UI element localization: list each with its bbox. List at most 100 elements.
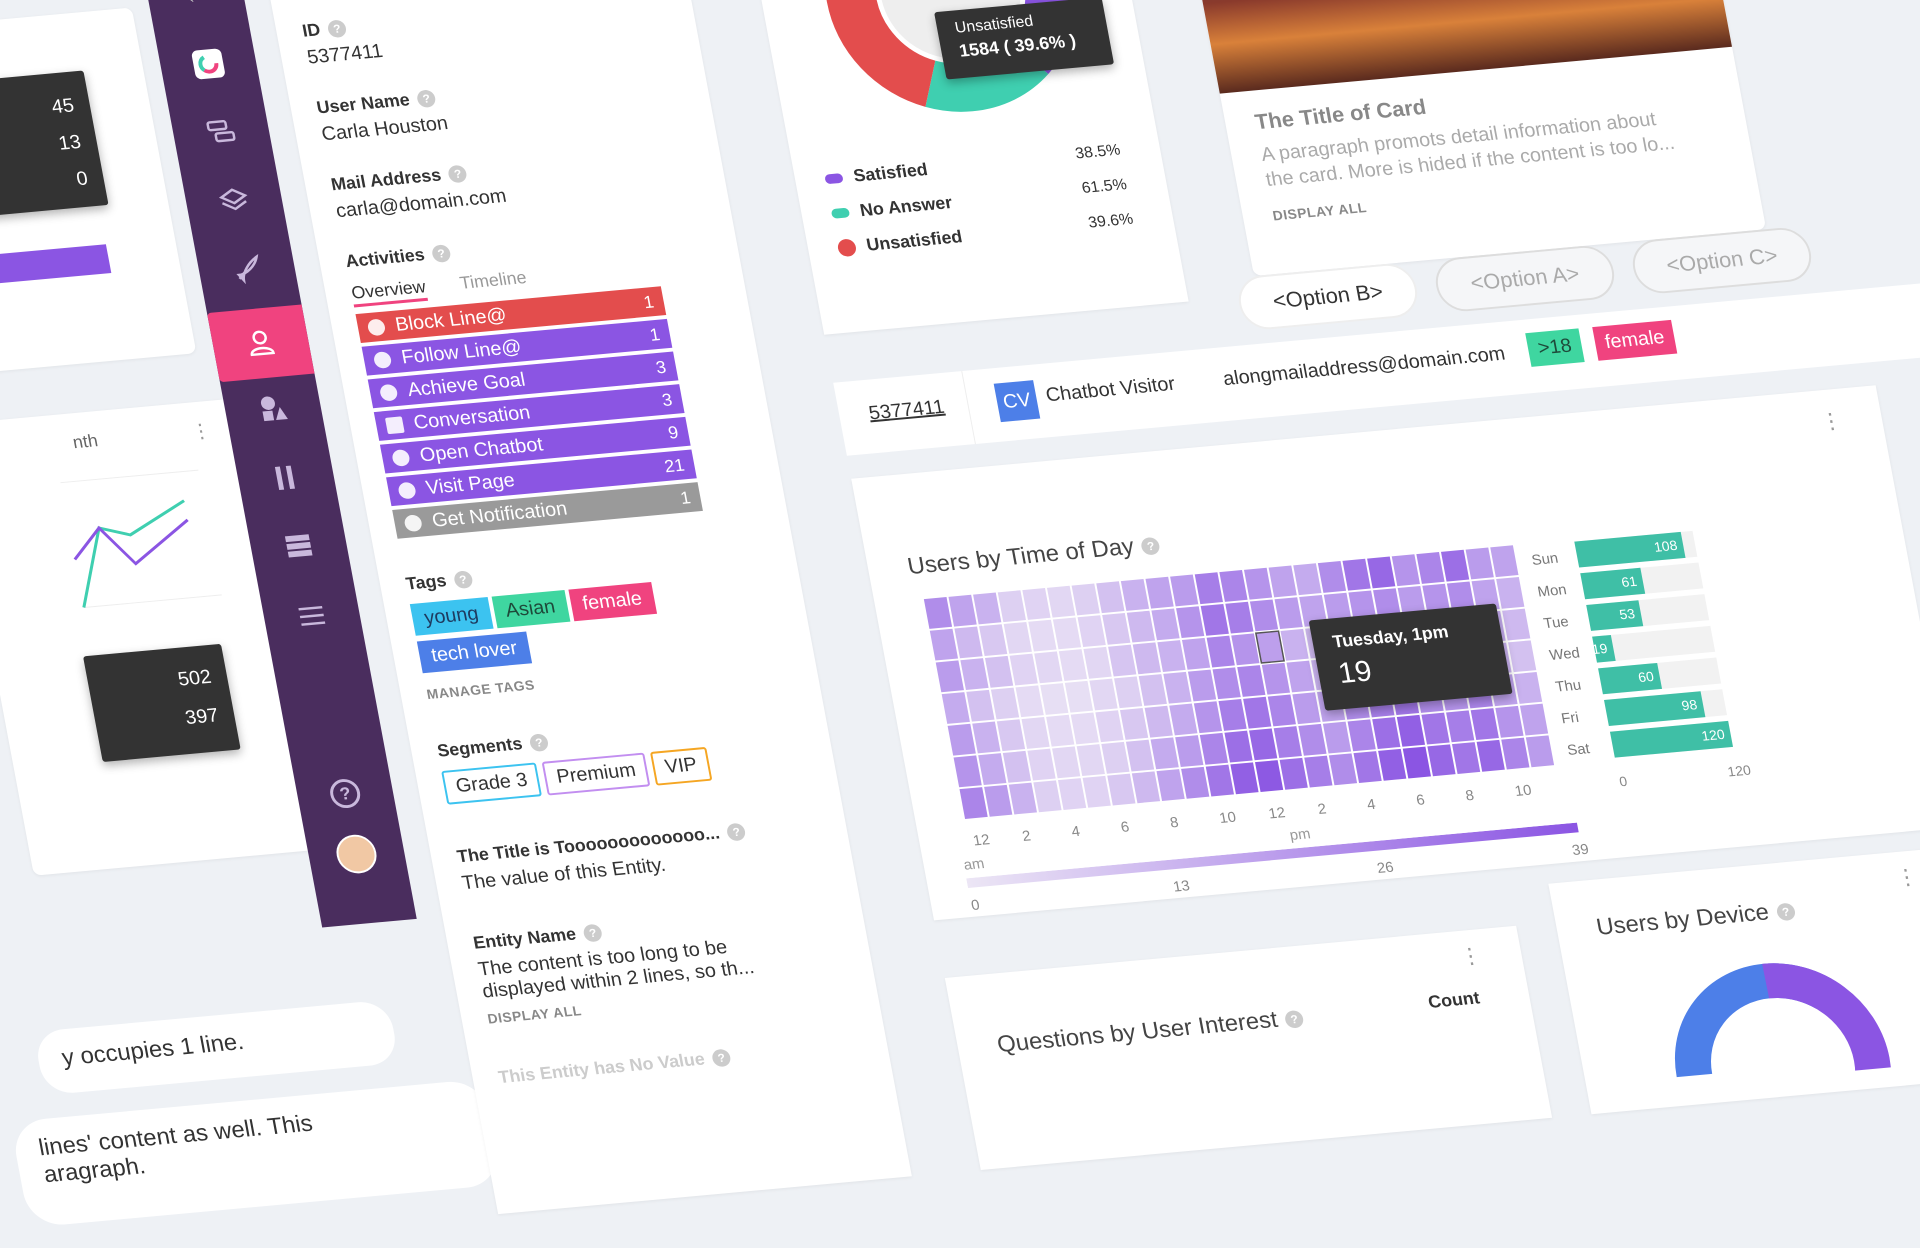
help-icon[interactable]: ? <box>710 1048 732 1068</box>
device-menu-icon[interactable]: ⋮ <box>1894 864 1920 891</box>
help-circle-icon[interactable]: ? <box>327 777 363 810</box>
heatmap-cell[interactable] <box>1495 705 1524 738</box>
heatmap-menu-icon[interactable]: ⋮ <box>1818 408 1844 435</box>
heatmap-cell[interactable] <box>1058 649 1088 681</box>
heatmap-cell[interactable] <box>1157 640 1186 672</box>
heatmap-cell[interactable] <box>1230 762 1259 795</box>
heatmap-cell[interactable] <box>996 719 1026 752</box>
heatmap-cell[interactable] <box>1254 760 1284 792</box>
heatmap-cell[interactable] <box>1446 710 1475 743</box>
heatmap-cell[interactable] <box>935 660 964 693</box>
heatmap-cell[interactable] <box>1176 606 1205 639</box>
heatmap-cell[interactable] <box>929 628 959 661</box>
heatmap-cell[interactable] <box>1243 696 1272 729</box>
heatmap-cell[interactable] <box>1219 570 1248 602</box>
heatmap-cell[interactable] <box>1151 608 1180 641</box>
heatmap-cell[interactable] <box>1267 694 1296 727</box>
heatmap-cell[interactable] <box>1064 680 1094 713</box>
heatmap-cell[interactable] <box>1502 608 1531 641</box>
left-chart-menu-icon[interactable]: ⋮ <box>189 418 213 444</box>
heatmap-cell[interactable] <box>941 692 970 724</box>
heatmap-cell[interactable] <box>923 597 953 629</box>
heatmap-cell[interactable] <box>1378 748 1407 781</box>
heatmap-cell[interactable] <box>1125 739 1155 772</box>
heatmap-cell[interactable] <box>1243 567 1273 600</box>
help-icon[interactable]: ? <box>1140 536 1162 556</box>
heatmap-cell[interactable] <box>947 723 976 756</box>
heatmap-cell[interactable] <box>1206 635 1235 668</box>
heatmap-cell[interactable] <box>1519 703 1549 736</box>
heatmap-cell[interactable] <box>1008 782 1037 815</box>
help-icon[interactable]: ? <box>725 822 747 842</box>
card-display-all[interactable]: DISPLAY ALL <box>1271 199 1368 223</box>
help-icon[interactable]: ? <box>1283 1009 1305 1029</box>
heatmap-cell[interactable] <box>1181 766 1210 799</box>
heatmap-cell[interactable] <box>1402 746 1431 779</box>
heatmap-cell[interactable] <box>1317 561 1347 593</box>
heatmap-cell[interactable] <box>978 753 1007 786</box>
heatmap-cell[interactable] <box>1273 726 1302 759</box>
help-icon[interactable]: ? <box>452 570 474 590</box>
heatmap-cell[interactable] <box>979 624 1008 657</box>
heatmap-cell[interactable] <box>1212 667 1241 700</box>
heatmap-cell[interactable] <box>1293 563 1322 596</box>
segment-grade3[interactable]: Grade 3 <box>441 762 543 805</box>
questions-menu-icon[interactable]: ⋮ <box>1458 943 1484 970</box>
tag-young[interactable]: young <box>409 597 494 636</box>
heatmap-cell[interactable] <box>948 594 977 627</box>
help-icon[interactable]: ? <box>415 89 437 109</box>
heatmap-cell[interactable] <box>1114 676 1143 709</box>
heatmap-cell[interactable] <box>1181 637 1211 670</box>
heatmap-cell[interactable] <box>1082 775 1111 808</box>
heatmap-cell[interactable] <box>954 626 983 659</box>
heatmap-cell[interactable] <box>1451 742 1481 774</box>
heatmap-cell[interactable] <box>1046 714 1075 747</box>
heatmap-cell[interactable] <box>1427 744 1456 777</box>
segment-premium[interactable]: Premium <box>541 752 651 796</box>
heatmap-cell[interactable] <box>1274 597 1303 630</box>
heatmap-cell[interactable] <box>1163 671 1192 704</box>
tab-overview[interactable]: Overview <box>349 276 429 308</box>
heatmap-cell[interactable] <box>1101 741 1130 774</box>
heatmap-cell[interactable] <box>1071 583 1100 616</box>
heatmap-cell[interactable] <box>1170 574 1199 607</box>
heatmap-cell[interactable] <box>1145 576 1174 609</box>
heatmap-cell[interactable] <box>1046 585 1076 618</box>
heatmap-cell[interactable] <box>1193 701 1223 734</box>
heatmap-cell[interactable] <box>1076 744 1105 777</box>
help-icon[interactable]: ? <box>447 164 469 184</box>
heatmap-cell[interactable] <box>1525 735 1555 768</box>
heatmap-cell[interactable] <box>1440 549 1470 582</box>
heatmap-cell[interactable] <box>966 689 995 722</box>
heatmap-cell[interactable] <box>997 590 1026 623</box>
heatmap-cell[interactable] <box>1002 750 1032 783</box>
help-icon[interactable]: ? <box>582 923 604 943</box>
heatmap-cell[interactable] <box>1416 552 1445 584</box>
heatmap-cell[interactable] <box>1033 780 1062 813</box>
heatmap-cell[interactable] <box>1342 558 1371 591</box>
heatmap-cell[interactable] <box>1077 615 1106 648</box>
heatmap-cell[interactable] <box>1372 717 1401 750</box>
heatmap-cell[interactable] <box>1280 628 1309 661</box>
tag-female[interactable]: female <box>567 582 657 622</box>
heatmap-cell[interactable] <box>1150 737 1179 770</box>
heatmap-cell[interactable] <box>1169 703 1198 736</box>
help-icon[interactable]: ? <box>1775 902 1797 922</box>
rocket-icon[interactable] <box>229 254 264 286</box>
heatmap-cell[interactable] <box>1009 653 1038 686</box>
heatmap-cell[interactable] <box>1187 669 1217 702</box>
tag-asian[interactable]: Asian <box>491 589 570 629</box>
heatmap-cell[interactable] <box>1096 581 1125 614</box>
heatmap-cell[interactable] <box>1200 603 1229 636</box>
heatmap-cell[interactable] <box>1218 699 1247 731</box>
back-arrow-icon[interactable]: ← <box>178 0 213 13</box>
segment-vip[interactable]: VIP <box>650 746 712 786</box>
heatmap-cell[interactable] <box>1490 545 1519 578</box>
tab-timeline[interactable]: Timeline <box>458 267 528 292</box>
heatmap-cell[interactable] <box>1396 714 1426 747</box>
heatmap-cell[interactable] <box>1003 621 1032 654</box>
heatmap-cell[interactable] <box>1132 642 1161 675</box>
heatmap-cell[interactable] <box>1199 732 1229 765</box>
heatmap-cell[interactable] <box>1057 778 1087 810</box>
heatmap-cell[interactable] <box>984 655 1014 688</box>
